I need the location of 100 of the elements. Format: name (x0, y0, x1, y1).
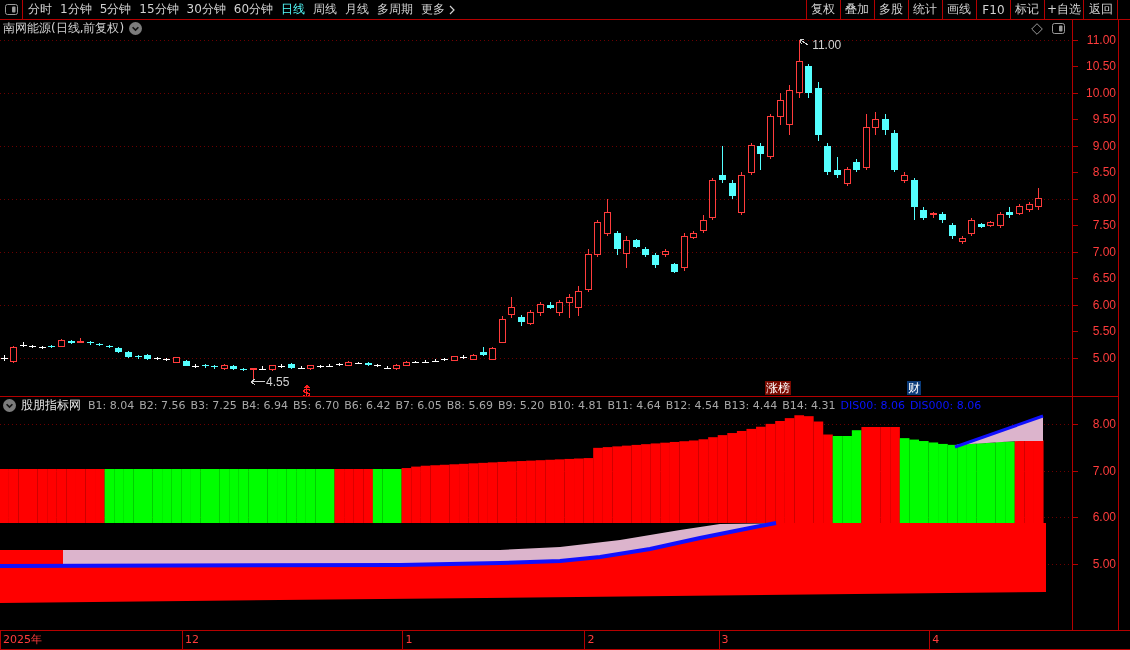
axis-label: 8.50 (1092, 165, 1116, 180)
indicator-value: B8: 5.69 (446, 399, 493, 412)
date-axis-label: 12 (182, 631, 200, 649)
indicator-value: B14: 4.31 (782, 399, 836, 412)
period-tab[interactable]: 周线 (309, 0, 342, 19)
toolbar-button[interactable]: +自选 (1043, 0, 1083, 19)
indicator-value: B7: 6.05 (395, 399, 442, 412)
event-tag[interactable]: 财 (907, 381, 922, 395)
candlestick (240, 367, 247, 372)
candlestick (1025, 201, 1033, 213)
date-axis-label: 1 (402, 631, 413, 649)
candlestick (527, 309, 535, 326)
candlestick (1016, 203, 1023, 216)
diamond-icon[interactable] (1031, 22, 1043, 35)
candlestick (345, 360, 353, 367)
period-tab[interactable]: 日线 (277, 0, 310, 19)
candlestick (297, 365, 305, 370)
indicator-value: B3: 7.25 (190, 399, 237, 412)
date-axis-label: 3 (718, 631, 729, 649)
date-axis-label: 2 (584, 631, 595, 649)
axis-label: 10.50 (1085, 59, 1116, 74)
toolbar-button[interactable]: 复权 (805, 0, 840, 19)
period-tab[interactable]: 月线 (341, 0, 374, 19)
low-price-label: 4.55 (266, 374, 290, 389)
axis-label: 8.00 (1092, 192, 1116, 206)
toolbar-button[interactable]: 标记 (1009, 0, 1044, 19)
axis-label: 6.00 (1092, 510, 1116, 525)
candlestick (498, 315, 506, 344)
candlestick (824, 142, 832, 176)
indicator-value: B2: 7.56 (139, 399, 186, 412)
dollar-icon (302, 384, 311, 396)
candlestick (489, 346, 497, 361)
indicator-value: B9: 5.20 (498, 399, 545, 412)
axis-label: 5.50 (1092, 324, 1116, 339)
axis-label: 10.00 (1085, 86, 1116, 100)
axis-label: 6.00 (1092, 298, 1116, 312)
candlestick (776, 92, 784, 126)
candlestick (958, 235, 966, 245)
indicator-value: DIS000: 8.06 (909, 399, 982, 412)
toolbar-button[interactable]: 画线 (941, 0, 976, 19)
chart-title: 南网能源(日线,前复权) (3, 20, 125, 37)
indicator-value: B5: 6.70 (293, 399, 340, 412)
candlestick (834, 156, 841, 179)
pointer-icon (799, 39, 809, 46)
indicator-value: B6: 6.42 (344, 399, 391, 412)
candlestick (594, 219, 602, 258)
axis-label: 9.50 (1092, 112, 1116, 127)
candlestick (412, 360, 420, 364)
toolbar-button[interactable]: 统计 (907, 0, 942, 19)
candlestick (719, 145, 726, 184)
candlestick (661, 248, 669, 258)
candlestick (1006, 206, 1014, 219)
candlestick (0, 354, 8, 362)
toolbar-button[interactable]: 返回 (1083, 0, 1117, 19)
sidebar-icon (4, 4, 18, 15)
candlestick (58, 338, 65, 348)
dropdown-icon[interactable] (3, 399, 16, 412)
axis-label: 11.00 (1086, 33, 1116, 47)
axis-label: 7.50 (1092, 218, 1116, 233)
toolbar-button[interactable]: F10 (975, 0, 1010, 19)
candlestick (1035, 187, 1043, 211)
period-tab[interactable]: 15分钟 (135, 0, 183, 19)
candlestick (230, 364, 238, 371)
period-tab[interactable]: 30分钟 (182, 0, 230, 19)
toolbar-button[interactable]: 叠加 (839, 0, 874, 19)
candlestick (709, 177, 717, 221)
candlestick (537, 301, 544, 317)
axis-label: 5.00 (1092, 351, 1116, 365)
more-periods-tab[interactable]: 更多 (417, 0, 460, 19)
date-axis-label: 4 (929, 631, 940, 649)
indicator-value: B12: 4.54 (665, 399, 719, 412)
axis-label: 8.00 (1092, 417, 1116, 431)
indicator-name: 股朋指标网 (21, 397, 81, 414)
indicator-value: B11: 4.64 (607, 399, 661, 412)
event-tag[interactable]: 涨榜 (765, 381, 792, 395)
candlestick (182, 359, 190, 367)
high-price-label: 11.00 (812, 38, 842, 52)
chevron-right-icon (449, 4, 456, 15)
candlestick (479, 346, 487, 357)
candlestick (48, 344, 56, 349)
axis-label: 6.50 (1092, 271, 1116, 286)
period-tab[interactable]: 5分钟 (95, 0, 136, 19)
toolbar-button[interactable]: 多股 (873, 0, 908, 19)
indicator-value: DIS00: 8.06 (840, 399, 905, 412)
period-tab[interactable]: 1分钟 (56, 0, 96, 19)
axis-label: 5.00 (1092, 557, 1116, 572)
candlestick (891, 129, 899, 173)
dropdown-icon[interactable] (129, 22, 143, 35)
candlestick (364, 361, 372, 367)
candlestick (67, 339, 75, 345)
period-tab[interactable]: 60分钟 (229, 0, 278, 19)
axis-label: 9.00 (1092, 139, 1116, 153)
arrow-icon (250, 378, 266, 386)
candlestick (355, 361, 362, 365)
indicator-value: B13: 4.44 (724, 399, 778, 412)
sidebar-icon[interactable] (1052, 23, 1065, 34)
period-tab[interactable]: 分时 (24, 0, 56, 19)
axis-label: 7.00 (1092, 245, 1116, 259)
indicator-value: B10: 4.81 (549, 399, 603, 412)
period-tab[interactable]: 多周期 (373, 0, 418, 19)
